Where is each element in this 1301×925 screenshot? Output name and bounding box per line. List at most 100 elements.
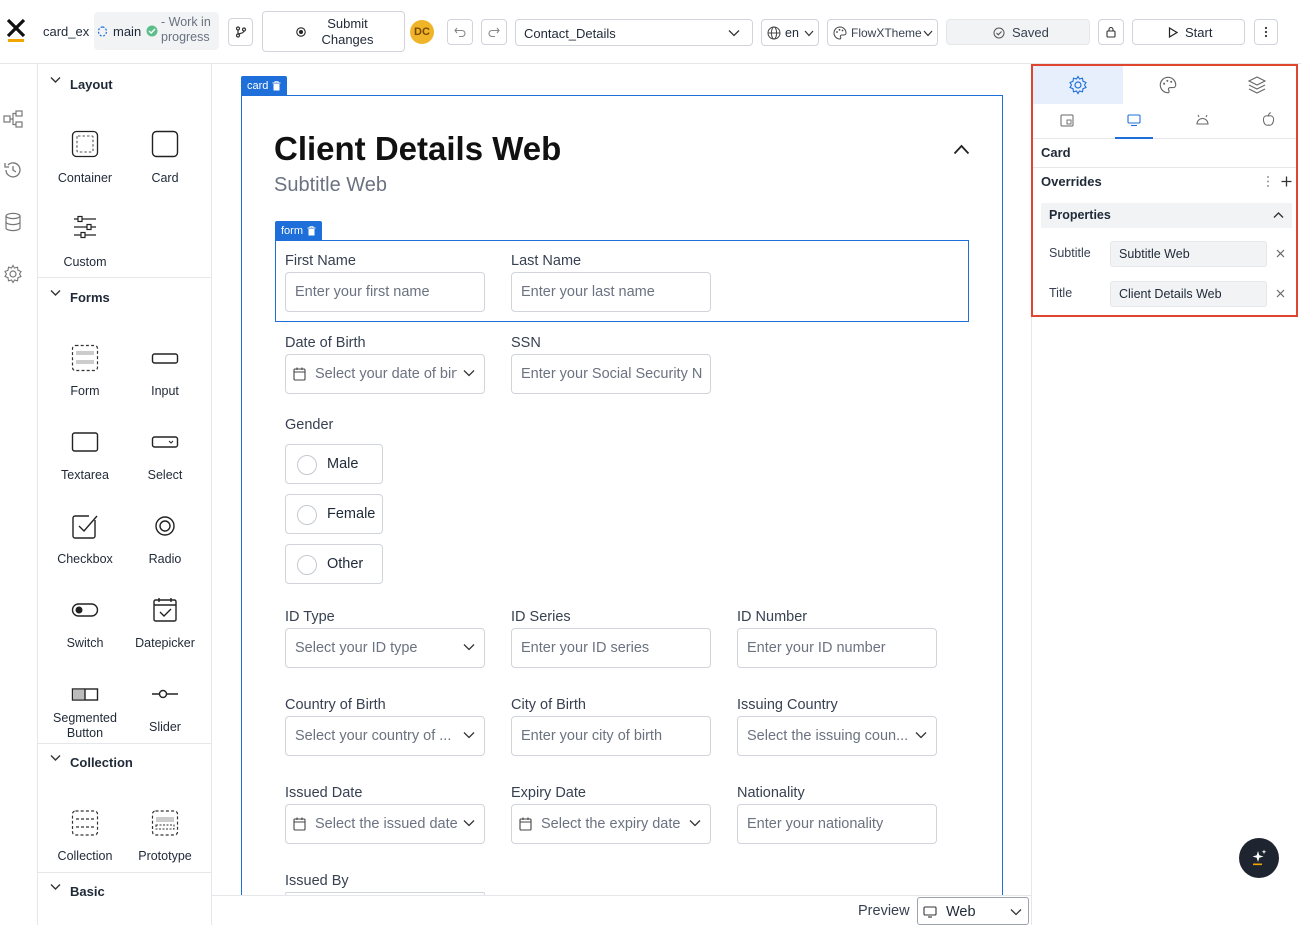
- section-header-basic[interactable]: Basic: [38, 875, 212, 905]
- expiry-date-datepicker[interactable]: Select the expiry date: [511, 804, 711, 844]
- palette-item-segmented-button[interactable]: Segmented Button: [45, 680, 125, 750]
- language-value: en: [785, 26, 799, 40]
- radio-option-other[interactable]: Other: [285, 544, 383, 584]
- field-label: Issued Date: [285, 785, 363, 801]
- palette-item-card[interactable]: Card: [125, 130, 205, 200]
- monitor-icon: [923, 906, 937, 918]
- palette-item-prototype[interactable]: Prototype: [125, 809, 205, 879]
- date-of-birth-datepicker[interactable]: Select your date of birth: [285, 354, 485, 394]
- palette-item-collection[interactable]: Collection: [45, 809, 125, 879]
- field-label: First Name: [285, 253, 356, 269]
- user-avatar[interactable]: DC: [410, 20, 434, 44]
- palette-item-label: Prototype: [138, 849, 192, 863]
- palette-item-form[interactable]: Form: [45, 344, 125, 414]
- tab-layers[interactable]: [1213, 66, 1297, 104]
- component-palette: Layout Container Card Custom Forms Form …: [38, 64, 212, 925]
- lock-button[interactable]: [1098, 19, 1124, 45]
- radio-icon: [155, 516, 175, 536]
- last-name-input[interactable]: Enter your last name: [511, 272, 711, 312]
- chevron-down-icon: [1010, 909, 1022, 916]
- form-tag-label: form: [281, 224, 303, 237]
- database-icon[interactable]: [4, 212, 22, 232]
- chevron-up-icon[interactable]: [953, 144, 970, 155]
- palette-item-label: Datepicker: [135, 636, 195, 650]
- section-header-collection[interactable]: Collection: [38, 746, 212, 776]
- placeholder: Enter your last name: [521, 284, 655, 300]
- project-name[interactable]: card_ex: [43, 24, 89, 39]
- palette-item-container[interactable]: Container: [45, 130, 125, 200]
- field-label: Nationality: [737, 785, 805, 801]
- undo-button[interactable]: [447, 19, 473, 45]
- issuing-country-select[interactable]: Select the issuing coun...: [737, 716, 937, 756]
- trash-icon[interactable]: [272, 80, 281, 91]
- android-icon[interactable]: [1195, 114, 1210, 126]
- field-label: Gender: [285, 417, 334, 433]
- palette-item-label: Card: [151, 171, 179, 185]
- properties-section-header[interactable]: Properties: [1041, 203, 1292, 228]
- radio-label: Male: [327, 456, 359, 472]
- country-of-birth-select[interactable]: Select your country of ...: [285, 716, 485, 756]
- palette-item-textarea[interactable]: Textarea: [45, 428, 125, 498]
- form-icon: [71, 344, 99, 372]
- palette-item-select[interactable]: Select: [125, 428, 205, 498]
- nationality-input[interactable]: Enter your nationality: [737, 804, 937, 844]
- card-tag[interactable]: card: [241, 76, 288, 95]
- save-status: Saved: [946, 19, 1090, 45]
- more-menu-button[interactable]: [1254, 19, 1278, 45]
- close-icon[interactable]: [1276, 249, 1285, 258]
- field-label: ID Series: [511, 609, 571, 625]
- id-series-input[interactable]: Enter your ID series: [511, 628, 711, 668]
- more-vertical-icon[interactable]: [1266, 175, 1270, 188]
- radio-option-female[interactable]: Female: [285, 494, 383, 534]
- ui-template-select[interactable]: Contact_Details: [515, 19, 753, 46]
- subtitle-input[interactable]: Subtitle Web: [1110, 241, 1267, 267]
- section-header-layout[interactable]: Layout: [38, 68, 212, 98]
- start-button[interactable]: Start: [1132, 19, 1245, 45]
- placeholder: Select the issuing coun...: [747, 728, 909, 744]
- trash-icon[interactable]: [307, 225, 316, 236]
- monitor-icon[interactable]: [1127, 114, 1141, 127]
- close-icon[interactable]: [1276, 289, 1285, 298]
- redo-button[interactable]: [481, 19, 507, 45]
- calendar-check-icon: [153, 598, 177, 622]
- preview-platform-select[interactable]: Web: [917, 897, 1029, 925]
- submit-changes-button[interactable]: Submit Changes: [262, 11, 405, 52]
- tab-styles[interactable]: [1123, 66, 1213, 104]
- palette-item-custom[interactable]: Custom: [45, 215, 125, 285]
- branch-menu-button[interactable]: [228, 18, 253, 46]
- process-tree-icon[interactable]: [3, 110, 23, 128]
- first-name-input[interactable]: Enter your first name: [285, 272, 485, 312]
- save-status-label: Saved: [1012, 25, 1049, 40]
- palette-item-radio[interactable]: Radio: [125, 512, 205, 582]
- palette-icon: [1159, 76, 1177, 94]
- ai-assistant-button[interactable]: [1239, 838, 1279, 878]
- form-tag[interactable]: form: [275, 221, 322, 240]
- id-number-input[interactable]: Enter your ID number: [737, 628, 937, 668]
- plus-icon[interactable]: [1281, 176, 1292, 187]
- palette-item-label: Switch: [66, 636, 104, 650]
- title-input[interactable]: Client Details Web: [1110, 281, 1267, 307]
- submit-changes-label: Submit Changes: [321, 16, 374, 47]
- history-icon[interactable]: [3, 160, 23, 180]
- language-select[interactable]: en: [761, 19, 819, 46]
- palette-item-datepicker[interactable]: Datepicker: [125, 596, 205, 666]
- issued-date-datepicker[interactable]: Select the issued date: [285, 804, 485, 844]
- segmented-button-icon: [71, 688, 99, 701]
- palette-item-checkbox[interactable]: Checkbox: [45, 512, 125, 582]
- theme-select[interactable]: FlowXTheme: [827, 19, 938, 46]
- flowx-logo-icon[interactable]: [6, 18, 26, 44]
- palette-item-switch[interactable]: Switch: [45, 596, 125, 666]
- city-of-birth-input[interactable]: Enter your city of birth: [511, 716, 711, 756]
- radio-option-male[interactable]: Male: [285, 444, 383, 484]
- card-icon: [151, 130, 179, 158]
- section-header-forms[interactable]: Forms: [38, 281, 212, 311]
- palette-item-input[interactable]: Input: [125, 344, 205, 414]
- palette-item-slider[interactable]: Slider: [125, 680, 205, 750]
- settings-gear-icon[interactable]: [3, 264, 23, 284]
- ssn-input[interactable]: Enter your Social Security Number: [511, 354, 711, 394]
- id-type-select[interactable]: Select your ID type: [285, 628, 485, 668]
- apple-icon[interactable]: [1262, 112, 1275, 127]
- tablet-icon[interactable]: [1060, 114, 1074, 127]
- preview-platform-value: Web: [946, 904, 976, 920]
- branch-selector[interactable]: main - Work in progress: [94, 12, 219, 50]
